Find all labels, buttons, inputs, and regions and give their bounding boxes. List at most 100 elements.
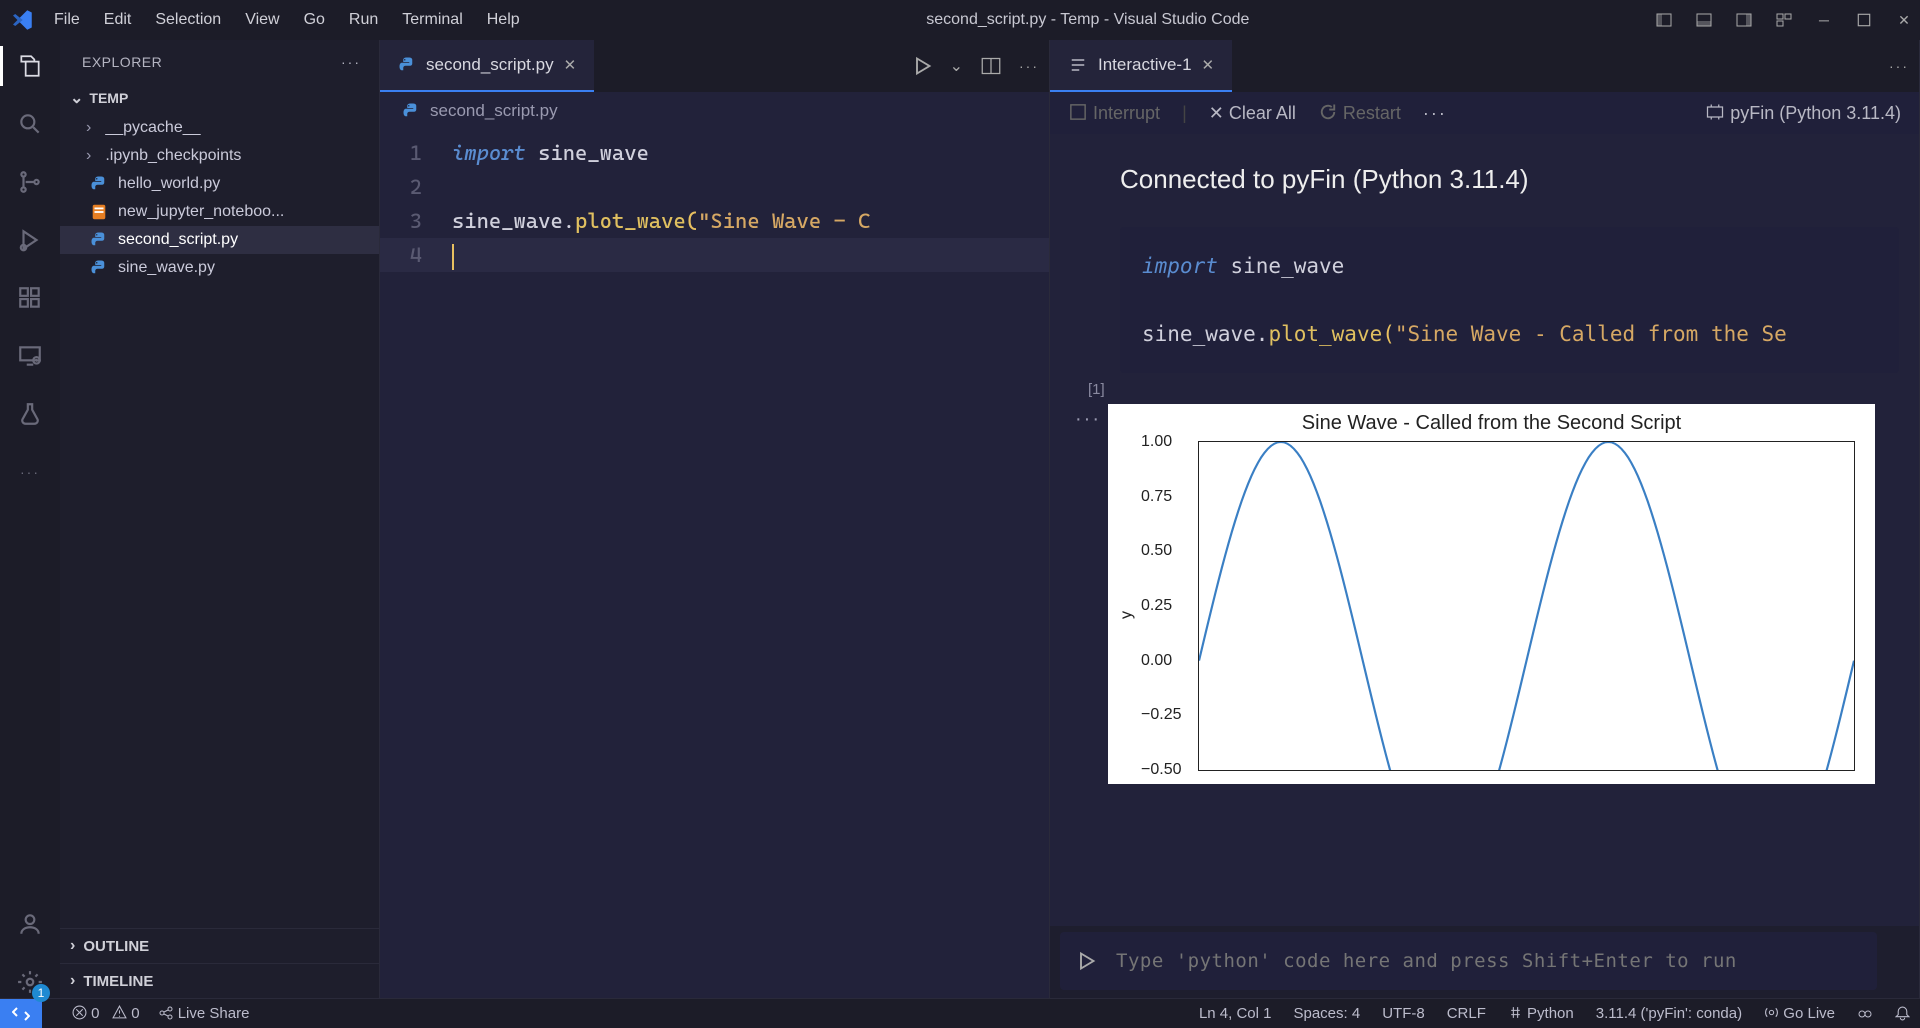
- activity-extensions-icon[interactable]: [14, 282, 46, 314]
- menu-selection[interactable]: Selection: [155, 11, 221, 29]
- interactive-cell: import sine_wave sine_wave.plot_wave("Si…: [1068, 227, 1919, 784]
- status-notifications-icon[interactable]: [1895, 1006, 1910, 1021]
- cell-code[interactable]: import sine_wave sine_wave.plot_wave("Si…: [1120, 227, 1899, 373]
- cell-more-icon[interactable]: ···: [1068, 404, 1108, 431]
- timeline-section[interactable]: ›TIMELINE: [60, 963, 379, 998]
- editor-more-icon[interactable]: ···: [1019, 58, 1039, 74]
- python-icon: [90, 259, 108, 277]
- activity-accounts-icon[interactable]: [14, 908, 46, 940]
- run-menu-chevron-icon[interactable]: ⌄: [950, 56, 963, 76]
- editor-group-right: Interactive-1 ✕ ··· Interrupt | ✕ Clear …: [1050, 40, 1920, 998]
- menu-terminal[interactable]: Terminal: [402, 11, 462, 29]
- status-go-live[interactable]: Go Live: [1764, 1005, 1835, 1022]
- run-icon[interactable]: [912, 56, 932, 76]
- status-indentation[interactable]: Spaces: 4: [1293, 1005, 1360, 1022]
- editor-group-left: second_script.py ✕ ⌄ ··· second_script.p…: [380, 40, 1050, 998]
- sidebar-more-icon[interactable]: ···: [341, 54, 361, 70]
- menu-help[interactable]: Help: [487, 11, 520, 29]
- interactive-icon: [1068, 55, 1088, 75]
- activity-settings-icon[interactable]: 1: [14, 966, 46, 998]
- menu-file[interactable]: File: [54, 11, 80, 29]
- activity-testing-icon[interactable]: [14, 398, 46, 430]
- clear-all-button[interactable]: ✕ Clear All: [1209, 103, 1296, 124]
- activity-search-icon[interactable]: [14, 108, 46, 140]
- tab-close-icon[interactable]: ✕: [564, 56, 577, 74]
- status-eol[interactable]: CRLF: [1447, 1005, 1486, 1022]
- chart-ytick: 0.25: [1141, 597, 1172, 615]
- chart-output: Sine Wave - Called from the Second Scrip…: [1108, 404, 1875, 784]
- status-problems[interactable]: 0 0: [72, 1005, 140, 1022]
- file-item[interactable]: second_script.py: [60, 226, 379, 254]
- editor-area: second_script.py ✕ ⌄ ··· second_script.p…: [380, 40, 1920, 998]
- menu-edit[interactable]: Edit: [104, 11, 132, 29]
- chart-plot-area: y 1.000.750.500.250.00−0.25−0.50: [1198, 441, 1855, 771]
- chart-ytick: 0.75: [1141, 488, 1172, 506]
- split-editor-icon[interactable]: [981, 56, 1001, 76]
- tab-second-script[interactable]: second_script.py ✕: [380, 40, 594, 92]
- repl-input[interactable]: [1116, 950, 1861, 972]
- editor-tabs-right: Interactive-1 ✕ ···: [1050, 40, 1919, 92]
- kernel-selector[interactable]: pyFin (Python 3.11.4): [1705, 102, 1901, 124]
- explorer-sidebar: EXPLORER ··· ⌄ TEMP __pycache__.ipynb_ch…: [60, 40, 380, 998]
- window-title: second_script.py - Temp - Visual Studio …: [520, 11, 1656, 29]
- menu-view[interactable]: View: [245, 11, 279, 29]
- file-tree: __pycache__.ipynb_checkpointshello_world…: [60, 114, 379, 282]
- menu-bar: File Edit Selection View Go Run Terminal…: [54, 11, 520, 29]
- editor-line[interactable]: 2: [380, 170, 1049, 204]
- chart-ytick: 0.50: [1141, 542, 1172, 560]
- customize-layout-icon[interactable]: [1776, 12, 1792, 28]
- tab-close-icon[interactable]: ✕: [1202, 56, 1215, 74]
- interrupt-button[interactable]: Interrupt: [1068, 102, 1160, 124]
- editor-more-icon[interactable]: ···: [1889, 58, 1909, 74]
- file-item[interactable]: sine_wave.py: [60, 254, 379, 282]
- status-language[interactable]: Python: [1508, 1005, 1574, 1022]
- vscode-logo-icon: [8, 6, 36, 34]
- chart-ytick: −0.25: [1141, 706, 1181, 724]
- editor-line[interactable]: 1import sine_wave: [380, 136, 1049, 170]
- minimize-icon[interactable]: ─: [1816, 12, 1832, 28]
- connection-status: Connected to pyFin (Python 3.11.4): [1120, 164, 1919, 195]
- activity-explorer-icon[interactable]: [14, 50, 46, 82]
- layout-bottom-icon[interactable]: [1696, 12, 1712, 28]
- editor-line[interactable]: 3sine_wave.plot_wave("Sine Wave - C: [380, 204, 1049, 238]
- main: ··· 1 EXPLORER ··· ⌄ TEMP __pycache__.ip…: [0, 40, 1920, 998]
- outline-section[interactable]: ›OUTLINE: [60, 928, 379, 963]
- status-interpreter[interactable]: 3.11.4 ('pyFin': conda): [1596, 1005, 1742, 1022]
- chart-ylabel: y: [1118, 611, 1136, 619]
- toolbar-more-icon[interactable]: ···: [1423, 103, 1447, 124]
- layout-right-icon[interactable]: [1736, 12, 1752, 28]
- editor-tabs-left: second_script.py ✕ ⌄ ···: [380, 40, 1049, 92]
- activity-source-control-icon[interactable]: [14, 166, 46, 198]
- run-cell-icon[interactable]: [1076, 951, 1096, 971]
- folder-item[interactable]: __pycache__: [60, 114, 379, 142]
- execution-count: [1]: [1088, 381, 1919, 398]
- activity-run-debug-icon[interactable]: [14, 224, 46, 256]
- status-remote-icon[interactable]: [0, 999, 42, 1028]
- folder-root[interactable]: ⌄ TEMP: [60, 82, 379, 114]
- activity-bar: ··· 1: [0, 40, 60, 998]
- layout-panel-icon[interactable]: [1656, 12, 1672, 28]
- menu-run[interactable]: Run: [349, 11, 378, 29]
- folder-item[interactable]: .ipynb_checkpoints: [60, 142, 379, 170]
- status-encoding[interactable]: UTF-8: [1382, 1005, 1425, 1022]
- file-item[interactable]: hello_world.py: [60, 170, 379, 198]
- notebook-icon: [90, 203, 108, 221]
- code-editor[interactable]: 1import sine_wave2 3sine_wave.plot_wave(…: [380, 130, 1049, 998]
- chart-ytick: −0.50: [1141, 761, 1181, 779]
- status-feedback-icon[interactable]: [1857, 1006, 1873, 1022]
- close-icon[interactable]: ✕: [1896, 12, 1912, 28]
- file-item[interactable]: new_jupyter_noteboo...: [60, 198, 379, 226]
- editor-line[interactable]: 4: [380, 238, 1049, 272]
- python-icon: [90, 231, 108, 249]
- status-live-share[interactable]: Live Share: [158, 1005, 250, 1022]
- tab-interactive[interactable]: Interactive-1 ✕: [1050, 40, 1232, 92]
- activity-remote-explorer-icon[interactable]: [14, 340, 46, 372]
- restart-button[interactable]: Restart: [1318, 102, 1401, 124]
- activity-more-icon[interactable]: ···: [14, 456, 46, 488]
- settings-badge: 1: [32, 984, 50, 1002]
- status-cursor-position[interactable]: Ln 4, Col 1: [1199, 1005, 1272, 1022]
- breadcrumb[interactable]: second_script.py: [380, 92, 1049, 130]
- repl-input-row: [1060, 932, 1877, 990]
- maximize-icon[interactable]: [1856, 12, 1872, 28]
- menu-go[interactable]: Go: [304, 11, 325, 29]
